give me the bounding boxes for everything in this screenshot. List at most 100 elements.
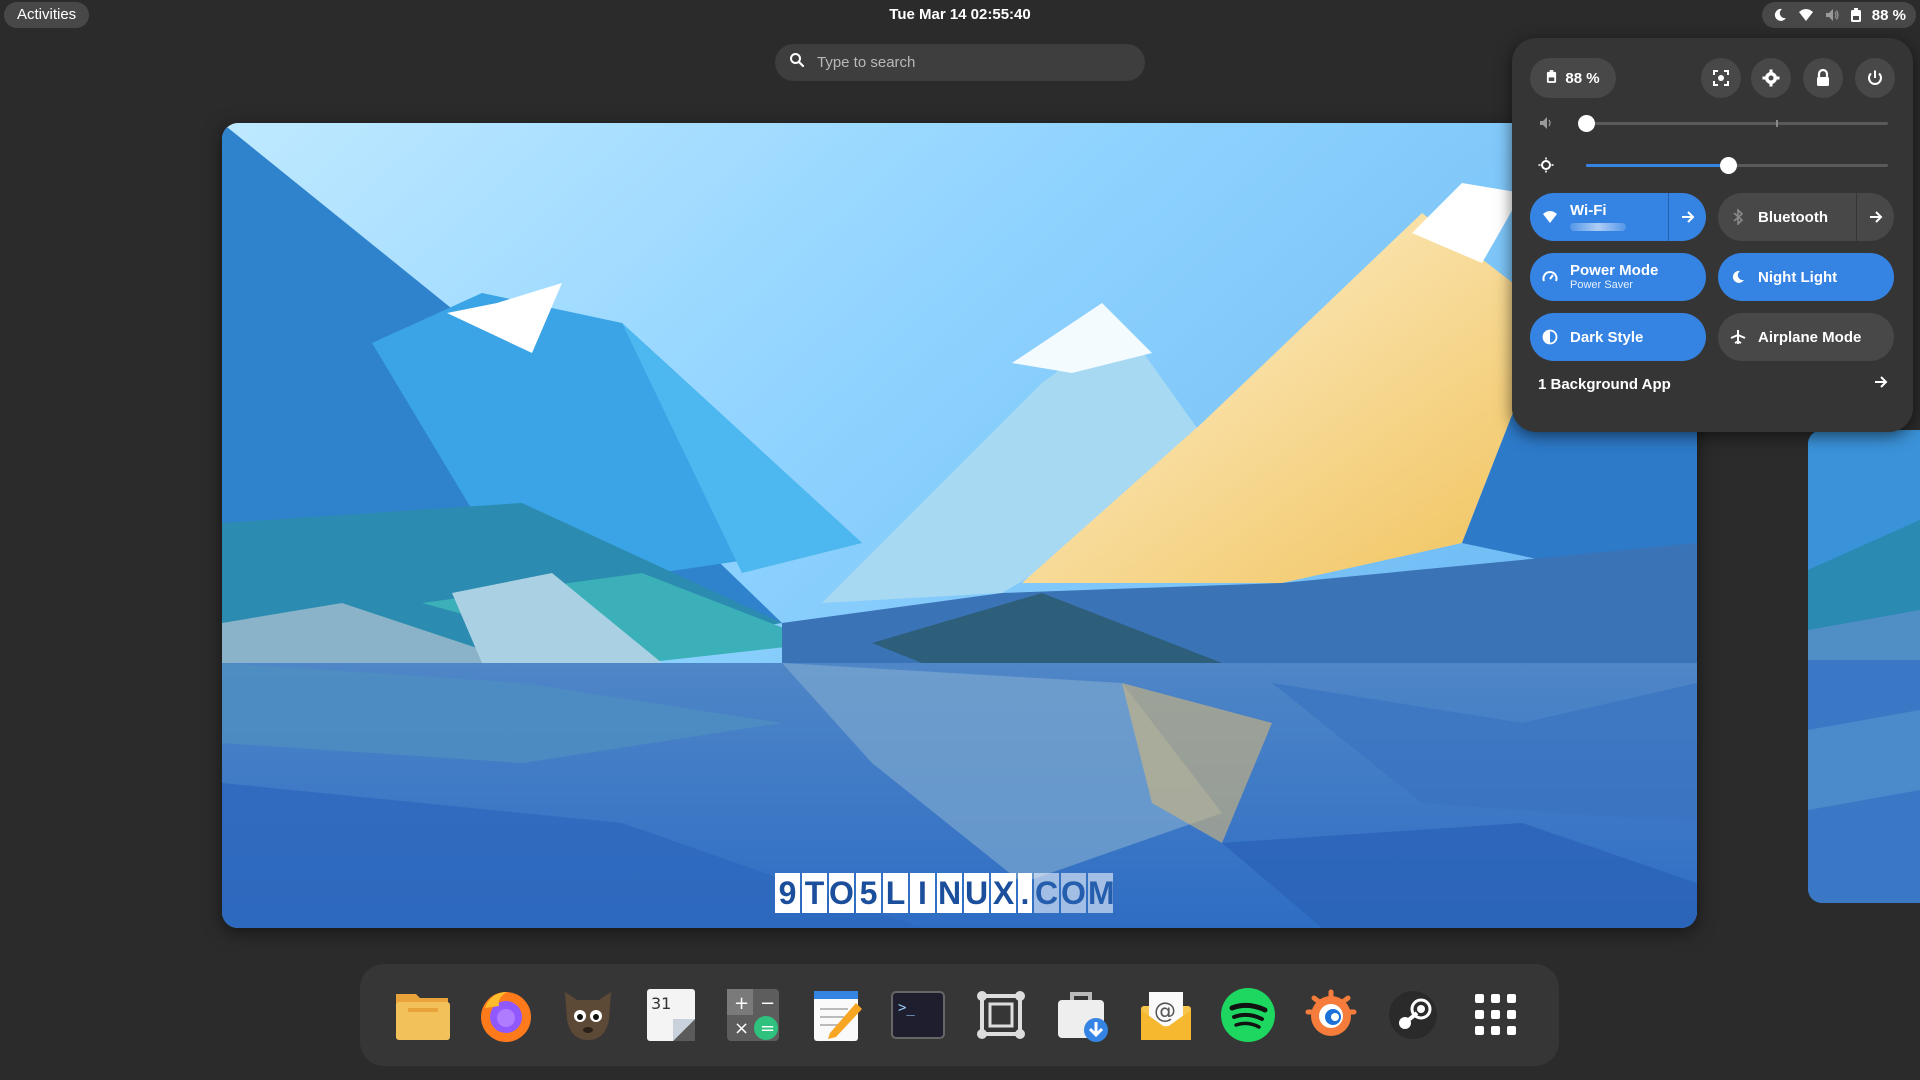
- dock-app-terminal[interactable]: >_: [883, 980, 953, 1050]
- bluetooth-menu-arrow[interactable]: [1856, 193, 1894, 241]
- battery-icon: [1850, 7, 1862, 23]
- brightness-slider-knob[interactable]: [1719, 157, 1737, 174]
- activities-button[interactable]: Activities: [4, 2, 90, 28]
- airplane-mode-toggle[interactable]: Airplane Mode: [1718, 313, 1894, 361]
- screenshot-button[interactable]: [1701, 58, 1741, 98]
- dock-app-steam[interactable]: [1378, 980, 1448, 1050]
- background-apps-row[interactable]: 1 Background App: [1530, 372, 1896, 396]
- lock-button[interactable]: [1803, 58, 1843, 98]
- watermark-char: U: [964, 873, 989, 913]
- watermark-char: T: [802, 873, 827, 913]
- watermark-char: 5: [856, 873, 881, 913]
- dock-app-orange-app[interactable]: [1296, 980, 1366, 1050]
- screenshot-icon: [1713, 70, 1729, 86]
- arrow-right-icon: [1681, 211, 1694, 223]
- watermark-char: M: [1088, 873, 1115, 913]
- volume-slider-row: [1530, 111, 1896, 135]
- wifi-toggle-label: Wi-Fi: [1570, 202, 1607, 220]
- search-icon: [789, 52, 805, 73]
- night-light-icon: [1772, 7, 1788, 23]
- volume-slider[interactable]: [1578, 115, 1888, 132]
- firefox-icon: [480, 992, 531, 1042]
- watermark-char: 9: [775, 873, 800, 913]
- night-light-label: Night Light: [1758, 268, 1838, 286]
- power-mode-labels: Power Mode Power Saver: [1570, 262, 1658, 292]
- watermark-char: N: [937, 873, 962, 913]
- brightness-slider[interactable]: [1586, 157, 1888, 174]
- arrow-right-icon: [1874, 375, 1888, 393]
- show-apps-button[interactable]: [1461, 980, 1531, 1050]
- volume-muted-icon: [1538, 115, 1554, 136]
- files-icon: [396, 994, 451, 1040]
- software-icon: [1058, 992, 1109, 1042]
- svg-text:31: 31: [651, 994, 671, 1013]
- airplane-icon: [1718, 329, 1758, 345]
- dark-style-toggle[interactable]: Dark Style: [1530, 313, 1706, 361]
- brightness-icon: [1538, 157, 1554, 178]
- svg-text:×: ×: [734, 1018, 749, 1039]
- dock-app-text-editor[interactable]: [801, 980, 871, 1050]
- volume-muted-icon: [1824, 7, 1840, 23]
- top-bar: Activities Tue Mar 14 02:55:40 88 %: [0, 0, 1920, 30]
- calculator-icon: + −× =: [727, 989, 780, 1041]
- power-mode-toggle[interactable]: Power Mode Power Saver: [1530, 253, 1706, 301]
- wifi-menu-arrow[interactable]: [1668, 193, 1706, 241]
- dock-app-calendar[interactable]: 31: [636, 980, 706, 1050]
- quick-settings-panel: 88 % Wi-Fi Bluetooth Power Mode Power Sa…: [1512, 38, 1913, 432]
- svg-text:=: =: [760, 1018, 775, 1039]
- watermark-char: O: [829, 873, 854, 913]
- system-tray[interactable]: 88 %: [1761, 2, 1916, 28]
- svg-text:+: +: [734, 993, 749, 1014]
- wifi-icon: [1530, 210, 1570, 224]
- battery-status-button[interactable]: 88 %: [1530, 58, 1616, 98]
- power-menu-button[interactable]: [1855, 58, 1895, 98]
- watermark-char: I: [910, 873, 935, 913]
- spotify-icon: [1221, 988, 1276, 1042]
- bluetooth-icon: [1718, 209, 1758, 225]
- power-mode-icon: [1530, 269, 1570, 285]
- battery-percentage: 88 %: [1565, 69, 1600, 87]
- settings-button[interactable]: [1751, 58, 1791, 98]
- workspace-thumbnail-next[interactable]: [1808, 430, 1920, 903]
- clock[interactable]: Tue Mar 14 02:55:40: [889, 6, 1030, 23]
- search-input[interactable]: [817, 54, 1117, 71]
- dock-app-mail[interactable]: @: [1131, 980, 1201, 1050]
- tray-battery-label: 88 %: [1871, 6, 1906, 24]
- volume-slider-knob[interactable]: [1578, 115, 1595, 132]
- background-apps-label: 1 Background App: [1538, 375, 1671, 393]
- dock-app-spotify[interactable]: [1213, 980, 1283, 1050]
- app-grid-icon: [1474, 994, 1516, 1035]
- power-icon: [1868, 70, 1882, 85]
- wifi-network-name-blurred: [1570, 222, 1626, 231]
- bluetooth-toggle[interactable]: Bluetooth: [1718, 193, 1894, 241]
- dock-app-screenshot[interactable]: [966, 980, 1036, 1050]
- watermark-char: O: [1061, 873, 1086, 913]
- gear-icon: [1762, 69, 1780, 87]
- watermark-char: L: [883, 873, 908, 913]
- volume-slider-mark: [1776, 120, 1779, 127]
- wifi-toggle[interactable]: Wi-Fi: [1530, 193, 1706, 241]
- bluetooth-toggle-label: Bluetooth: [1758, 208, 1828, 226]
- dock-app-software[interactable]: [1048, 980, 1118, 1050]
- battery-icon: [1546, 69, 1557, 88]
- dock-app-gimp[interactable]: [553, 980, 623, 1050]
- power-mode-subtitle: Power Saver: [1570, 279, 1633, 292]
- orange-app-icon: [1305, 989, 1357, 1036]
- dock-app-firefox[interactable]: [471, 980, 541, 1050]
- dock-app-calculator[interactable]: + − × =: [718, 980, 788, 1050]
- workspace-thumbnail-current[interactable]: 9TO5LINUX.COM: [222, 123, 1697, 928]
- svg-text:−: −: [760, 993, 775, 1014]
- wifi-icon: [1798, 7, 1814, 23]
- search-bar[interactable]: [775, 44, 1145, 81]
- svg-text:@: @: [1154, 999, 1176, 1024]
- svg-text:>_: >_: [898, 1000, 915, 1016]
- steam-icon: [1389, 991, 1438, 1039]
- text-editor-icon: [813, 991, 862, 1041]
- dock-app-files[interactable]: [388, 980, 458, 1050]
- night-light-toggle[interactable]: Night Light: [1718, 253, 1894, 301]
- dark-style-label: Dark Style: [1570, 328, 1644, 346]
- dark-style-icon: [1530, 329, 1570, 345]
- watermark-char: X: [991, 873, 1016, 913]
- lock-icon: [1817, 69, 1829, 86]
- watermark-char: C: [1034, 873, 1059, 913]
